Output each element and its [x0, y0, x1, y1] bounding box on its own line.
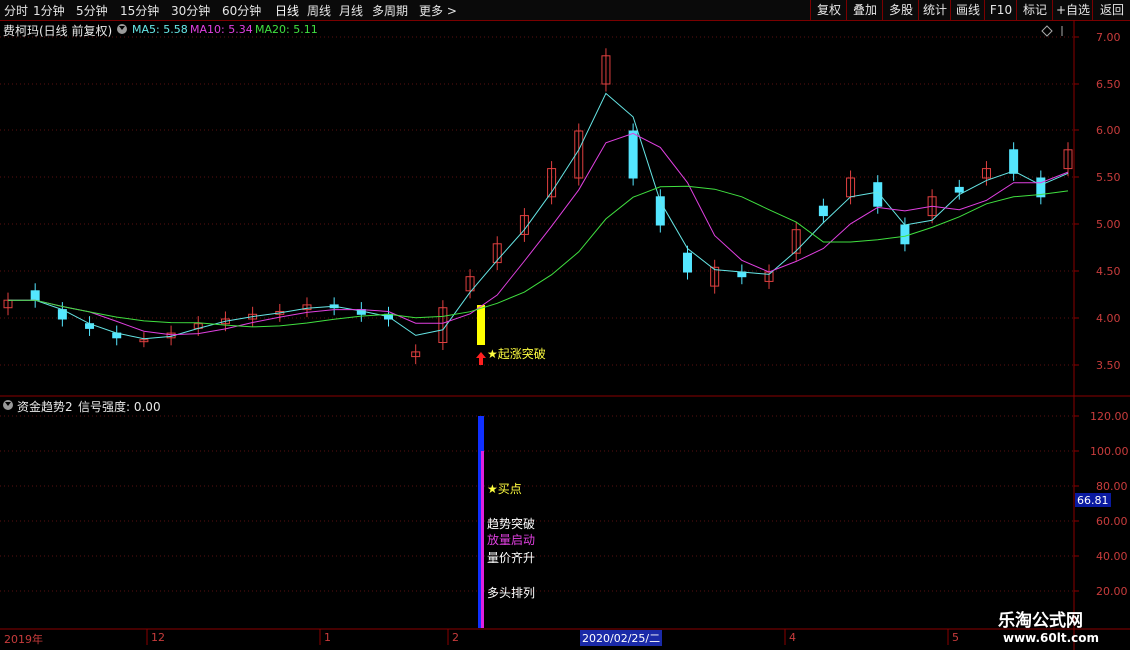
y-label: 6.50 — [1096, 78, 1121, 91]
signal-bar-top — [478, 416, 484, 451]
sub-y-label: 80.00 — [1096, 480, 1128, 493]
rise-breakout-label: ★起涨突破 — [487, 347, 546, 361]
candle-body — [1009, 149, 1019, 174]
cursor-date-label: 2020/02/25/二 — [580, 630, 663, 646]
x-label: 1 — [324, 631, 331, 644]
y-label: 6.00 — [1096, 124, 1121, 137]
watermark-url: www.60lt.com — [1003, 631, 1100, 645]
ma20-legend: MA20: 5.11 — [255, 23, 318, 36]
candle-body — [628, 130, 638, 179]
x-label: 2019年 — [4, 633, 43, 646]
y-label: 4.00 — [1096, 312, 1121, 325]
stock-title: 费柯玛(日线 前复权) — [3, 24, 113, 38]
y-label: 7.00 — [1096, 31, 1121, 44]
watermark-title: 乐淘公式网 — [998, 611, 1083, 631]
ma5-line — [8, 92, 1069, 340]
sub-y-label: 100.00 — [1090, 445, 1129, 458]
sub-y-label: 20.00 — [1096, 585, 1128, 598]
x-label: 2 — [452, 631, 459, 644]
x-label: 12 — [151, 631, 165, 644]
candle-body — [900, 224, 910, 245]
y-label: 5.50 — [1096, 171, 1121, 184]
y-label: 3.50 — [1096, 359, 1121, 372]
sub-y-label: 60.00 — [1096, 515, 1128, 528]
candle-body — [30, 290, 40, 301]
trend-break-label: 趋势突破 — [487, 517, 536, 531]
buy-point-label: ★买点 — [487, 482, 522, 496]
candle-body — [682, 252, 692, 273]
ma-settings-icon[interactable] — [117, 24, 127, 34]
bull-align-label: 多头排列 — [487, 586, 536, 600]
indicator-settings-icon[interactable] — [3, 400, 13, 410]
current-value-label: 66.81 — [1077, 494, 1109, 507]
price-chart — [3, 48, 1073, 628]
breakout-candle — [477, 305, 485, 345]
signal-strength: 信号强度: 0.00 — [78, 400, 161, 414]
candle-body — [873, 182, 883, 207]
x-label: 5 — [952, 631, 959, 644]
sub-y-label: 40.00 — [1096, 550, 1128, 563]
price-volume-label: 量价齐升 — [487, 551, 536, 565]
ma20-line — [8, 185, 1069, 328]
volume-start-label: 放量启动 — [487, 533, 536, 547]
up-arrow-icon — [476, 352, 486, 365]
y-label: 5.00 — [1096, 218, 1121, 231]
y-label: 4.50 — [1096, 265, 1121, 278]
signal-bar-magenta — [481, 451, 484, 628]
sub-y-label: 120.00 — [1090, 410, 1129, 423]
ma5-legend: MA5: 5.58 — [132, 23, 188, 36]
x-label: 4 — [789, 631, 796, 644]
candle-body — [954, 186, 964, 193]
indicator-title: 资金趋势2 — [17, 400, 73, 414]
candle-body — [818, 205, 828, 217]
signal-bar-blue — [478, 451, 481, 628]
ma10-legend: MA10: 5.34 — [190, 23, 253, 36]
